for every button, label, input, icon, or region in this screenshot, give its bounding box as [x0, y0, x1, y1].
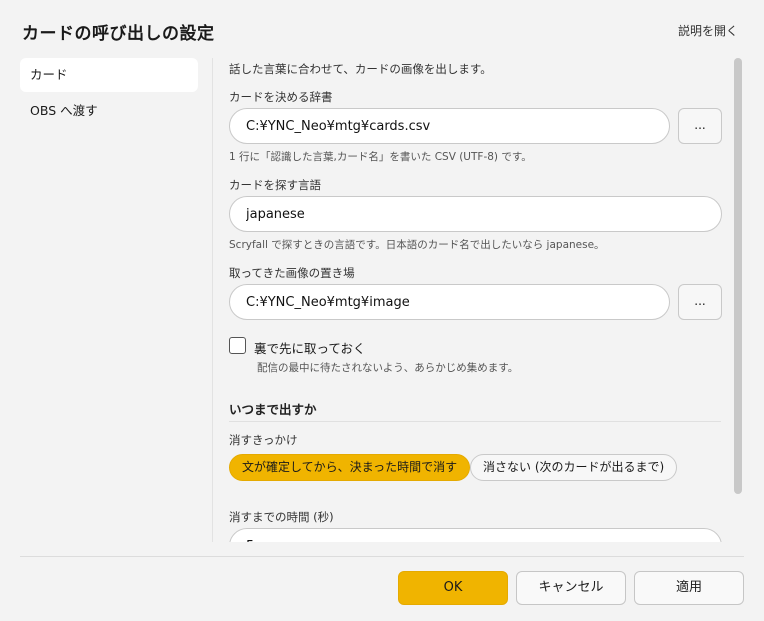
dictionary-label: カードを決める辞書 [229, 90, 333, 104]
language-hint: Scryfall で探すときの言語です。日本語のカード名で出したいなら japa… [229, 239, 605, 251]
image-dir-label: 取ってきた画像の置き場 [229, 266, 355, 280]
content-scrollbar[interactable] [734, 58, 742, 494]
duration-label: 消すまでの時間 (秒) [229, 510, 334, 524]
help-link[interactable]: 説明を開く [678, 22, 738, 39]
trigger-label: 消すきっかけ [229, 433, 298, 447]
cancel-button[interactable]: キャンセル [516, 571, 626, 605]
prefetch-checkbox[interactable] [229, 337, 246, 354]
window-title: カードの呼び出しの設定 [22, 24, 215, 44]
dictionary-path-input[interactable] [229, 108, 670, 144]
ok-button[interactable]: OK [398, 571, 508, 605]
language-input[interactable] [229, 196, 722, 232]
prefetch-hint: 配信の最中に待たされないよう、あらかじめ集めます。 [257, 362, 519, 374]
section-title-display: いつまで出すか [229, 402, 317, 417]
sidebar-item-obs[interactable]: OBS へ渡す [20, 94, 198, 128]
duration-input[interactable] [229, 528, 722, 542]
sidebar-item-card[interactable]: カード [20, 58, 198, 92]
footer-divider [20, 556, 744, 557]
option-timed-hide[interactable]: 文が確定してから、決まった時間で消す [229, 454, 471, 481]
image-dir-browse-button[interactable]: ... [678, 284, 722, 320]
sidebar-nav: カード OBS へ渡す [20, 58, 198, 130]
settings-panel: 話した言葉に合わせて、カードの画像を出します。 カードを決める辞書 ... 1 … [213, 58, 737, 542]
dictionary-browse-button[interactable]: ... [678, 108, 722, 144]
language-label: カードを探す言語 [229, 178, 321, 192]
dictionary-hint: 1 行に「認識した言葉,カード名」を書いた CSV (UTF-8) です。 [229, 151, 532, 163]
image-dir-input[interactable] [229, 284, 670, 320]
intro-text: 話した言葉に合わせて、カードの画像を出します。 [229, 62, 492, 76]
section-divider [229, 421, 721, 422]
apply-button[interactable]: 適用 [634, 571, 744, 605]
prefetch-label: 裏で先に取っておく [254, 341, 366, 356]
option-never-hide[interactable]: 消さない (次のカードが出るまで) [470, 454, 678, 481]
